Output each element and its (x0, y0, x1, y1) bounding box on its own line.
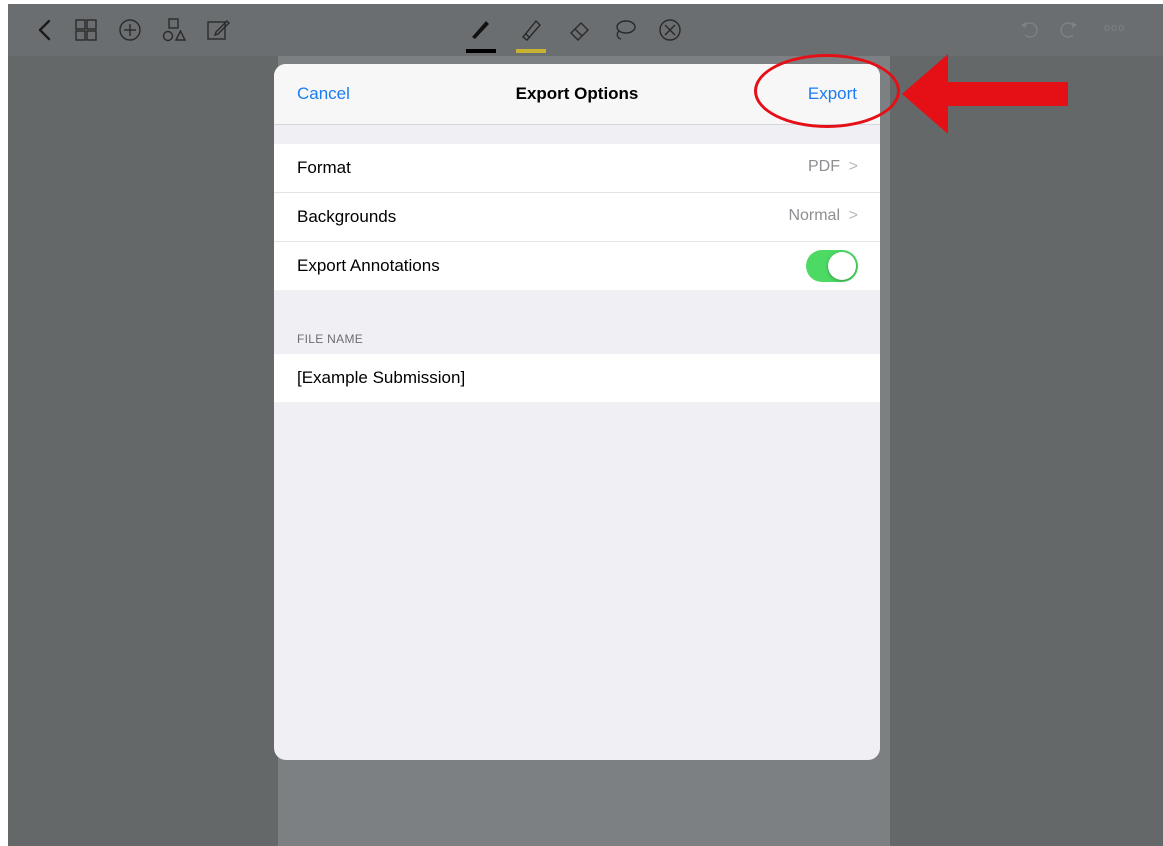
more-icon[interactable]: ooo (1104, 22, 1125, 34)
add-circle-icon[interactable] (114, 14, 146, 46)
chevron-right-icon: > (848, 158, 858, 175)
undo-icon[interactable] (1014, 14, 1046, 46)
chevron-right-icon: > (848, 207, 858, 224)
highlight-ring (754, 54, 900, 128)
toggle-knob (828, 252, 856, 280)
highlighter-icon[interactable] (514, 14, 546, 46)
backgrounds-label: Backgrounds (297, 207, 397, 226)
highlighter-color-indicator (516, 49, 546, 53)
export-annotations-label: Export Annotations (297, 256, 440, 275)
edit-icon[interactable] (202, 14, 234, 46)
red-arrow-icon (902, 54, 1068, 134)
file-name-section-header: FILE NAME (297, 332, 364, 346)
backgrounds-row[interactable]: Backgrounds Normal > (274, 193, 880, 242)
close-circle-icon[interactable] (654, 14, 686, 46)
eraser-icon[interactable] (564, 14, 596, 46)
file-name-row[interactable]: [Example Submission] (274, 354, 880, 402)
pen-color-indicator (466, 49, 496, 53)
format-label: Format (297, 158, 351, 177)
grid-icon[interactable] (70, 14, 102, 46)
top-toolbar: ooo (8, 4, 1163, 56)
export-annotations-toggle[interactable] (806, 250, 858, 282)
shapes-icon[interactable] (158, 14, 190, 46)
export-annotations-row: Export Annotations (274, 242, 880, 290)
redo-icon[interactable] (1052, 14, 1084, 46)
lasso-icon[interactable] (608, 14, 640, 46)
export-options-modal: Cancel Export Options Export Format PDF … (274, 64, 880, 760)
file-name-group: [Example Submission] (274, 354, 880, 402)
back-chevron-icon[interactable] (30, 14, 62, 46)
pen-icon[interactable] (464, 14, 496, 46)
options-group: Format PDF > Backgrounds Normal > Export… (274, 144, 880, 290)
format-value: PDF (808, 158, 840, 175)
file-name-value[interactable]: [Example Submission] (297, 368, 465, 388)
backgrounds-value: Normal (788, 207, 840, 224)
format-row[interactable]: Format PDF > (274, 144, 880, 193)
